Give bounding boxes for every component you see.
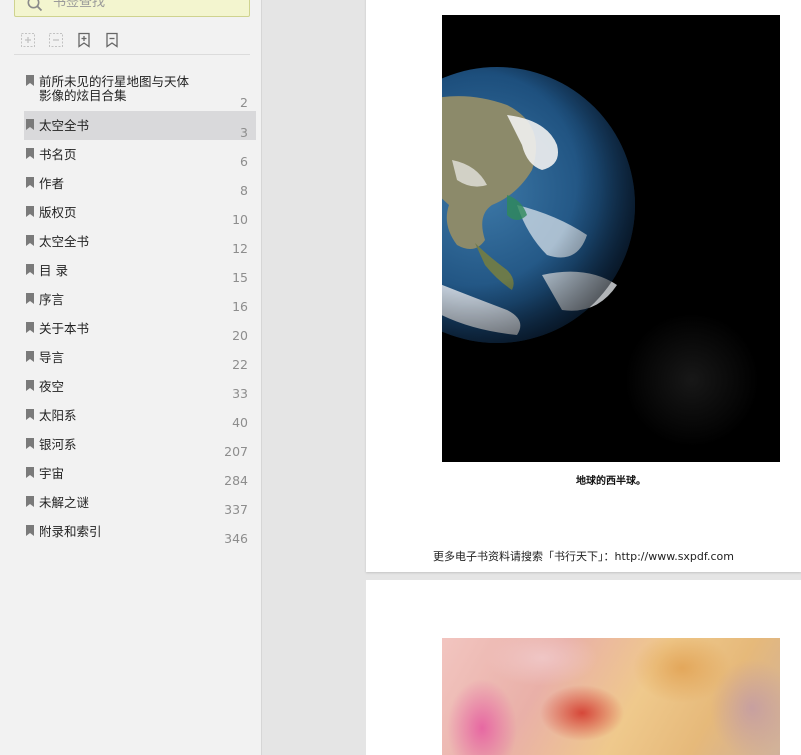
bookmark-page-number: 284 <box>224 473 248 488</box>
bookmark-icon <box>26 409 34 420</box>
add-bookmark-icon[interactable] <box>76 32 92 48</box>
bookmark-page-number: 10 <box>232 212 248 227</box>
bookmark-page-number: 3 <box>240 125 248 140</box>
bookmark-page-number: 2 <box>240 95 248 110</box>
page-footer: 更多电子书资料请搜索「书行天下」：http://www.sxpdf.com <box>433 550 734 563</box>
bookmark-item[interactable]: 书名页 6 <box>24 140 256 169</box>
bookmark-page-number: 12 <box>232 241 248 256</box>
bookmark-icon <box>26 322 34 333</box>
bookmark-label: 版权页 <box>39 205 77 220</box>
bookmark-page-number: 346 <box>224 531 248 546</box>
earth-photo <box>442 15 780 462</box>
bookmark-label: 关于本书 <box>39 321 90 336</box>
bookmark-label: 夜空 <box>39 379 65 394</box>
bookmark-page-number: 337 <box>224 502 248 517</box>
bookmark-page-number: 16 <box>232 299 248 314</box>
bookmark-label: 序言 <box>39 292 65 307</box>
bookmark-icon <box>26 467 34 478</box>
bookmark-item[interactable]: 附录和索引 346 <box>24 517 256 546</box>
bookmark-page-number: 40 <box>232 415 248 430</box>
remove-bookmark-icon[interactable] <box>104 32 120 48</box>
bookmark-icon <box>26 206 34 217</box>
bookmark-label: 未解之谜 <box>39 495 90 510</box>
bookmark-item[interactable]: 前所未见的行星地图与天体 影像的炫目合集 2 <box>24 67 256 111</box>
bookmark-label: 银河系 <box>39 437 77 452</box>
bookmark-label: 目 录 <box>39 263 68 278</box>
bookmark-page-number: 33 <box>232 386 248 401</box>
bookmark-label: 附录和索引 <box>39 524 102 539</box>
bookmark-item[interactable]: 太阳系 40 <box>24 401 256 430</box>
bookmark-icon <box>26 264 34 275</box>
earth-image <box>442 67 635 343</box>
bookmark-label: 太空全书 <box>39 234 90 249</box>
bookmark-label: 太阳系 <box>39 408 77 423</box>
bookmark-item[interactable]: 夜空 33 <box>24 372 256 401</box>
bookmark-icon <box>26 75 34 86</box>
bookmark-icon <box>26 293 34 304</box>
bookmark-page-number: 22 <box>232 357 248 372</box>
bookmark-icon <box>26 177 34 188</box>
bookmark-item[interactable]: 作者 8 <box>24 169 256 198</box>
bookmark-icon <box>26 148 34 159</box>
bookmark-item[interactable]: 太空全书 3 <box>24 111 256 140</box>
bookmark-label: 导言 <box>39 350 65 365</box>
collapse-all-icon[interactable] <box>48 32 64 48</box>
bookmark-page-number: 207 <box>224 444 248 459</box>
bookmark-page-number: 6 <box>240 154 248 169</box>
bookmark-item[interactable]: 目 录 15 <box>24 256 256 285</box>
bookmark-item[interactable]: 未解之谜 337 <box>24 488 256 517</box>
expand-all-icon[interactable] <box>20 32 36 48</box>
nebula-photo <box>442 638 780 755</box>
bookmark-icon <box>26 235 34 246</box>
bookmark-label: 前所未见的行星地图与天体 影像的炫目合集 <box>39 74 190 103</box>
photo-caption: 地球的西半球。 <box>576 476 646 487</box>
bookmark-item[interactable]: 关于本书 20 <box>24 314 256 343</box>
bookmark-icon <box>26 438 34 449</box>
bookmark-icon <box>26 525 34 536</box>
bookmark-search-input[interactable]: 书签查找 <box>14 0 250 17</box>
bookmark-item[interactable]: 序言 16 <box>24 285 256 314</box>
document-page: 地球的西半球。 更多电子书资料请搜索「书行天下」：http://www.sxpd… <box>366 0 801 572</box>
bookmark-item[interactable]: 宇宙 284 <box>24 459 256 488</box>
bookmark-toolbar <box>14 30 250 55</box>
bookmark-icon <box>26 380 34 391</box>
bookmark-label: 宇宙 <box>39 466 65 481</box>
document-page <box>366 580 801 755</box>
bookmark-icon <box>26 351 34 362</box>
bookmark-item[interactable]: 导言 22 <box>24 343 256 372</box>
search-icon <box>27 0 43 12</box>
bookmark-label: 书名页 <box>39 147 77 162</box>
bookmark-label: 太空全书 <box>39 118 90 133</box>
bookmark-item[interactable]: 版权页 10 <box>24 198 256 227</box>
bookmark-label: 作者 <box>39 176 65 191</box>
bookmark-page-number: 15 <box>232 270 248 285</box>
bookmark-icon <box>26 496 34 507</box>
bookmark-icon <box>26 119 34 130</box>
bookmark-sidebar: 书签查找 前所未见的行星地图与天体 影像的炫目合集 2 太空全书 3 书名页 6 作者 8 版权… <box>0 0 262 755</box>
bookmark-item[interactable]: 银河系 207 <box>24 430 256 459</box>
search-placeholder: 书签查找 <box>53 0 106 10</box>
bookmark-page-number: 8 <box>240 183 248 198</box>
bookmark-list: 前所未见的行星地图与天体 影像的炫目合集 2 太空全书 3 书名页 6 作者 8 版权页 10 太空… <box>24 67 256 546</box>
bookmark-page-number: 20 <box>232 328 248 343</box>
bookmark-item[interactable]: 太空全书 12 <box>24 227 256 256</box>
